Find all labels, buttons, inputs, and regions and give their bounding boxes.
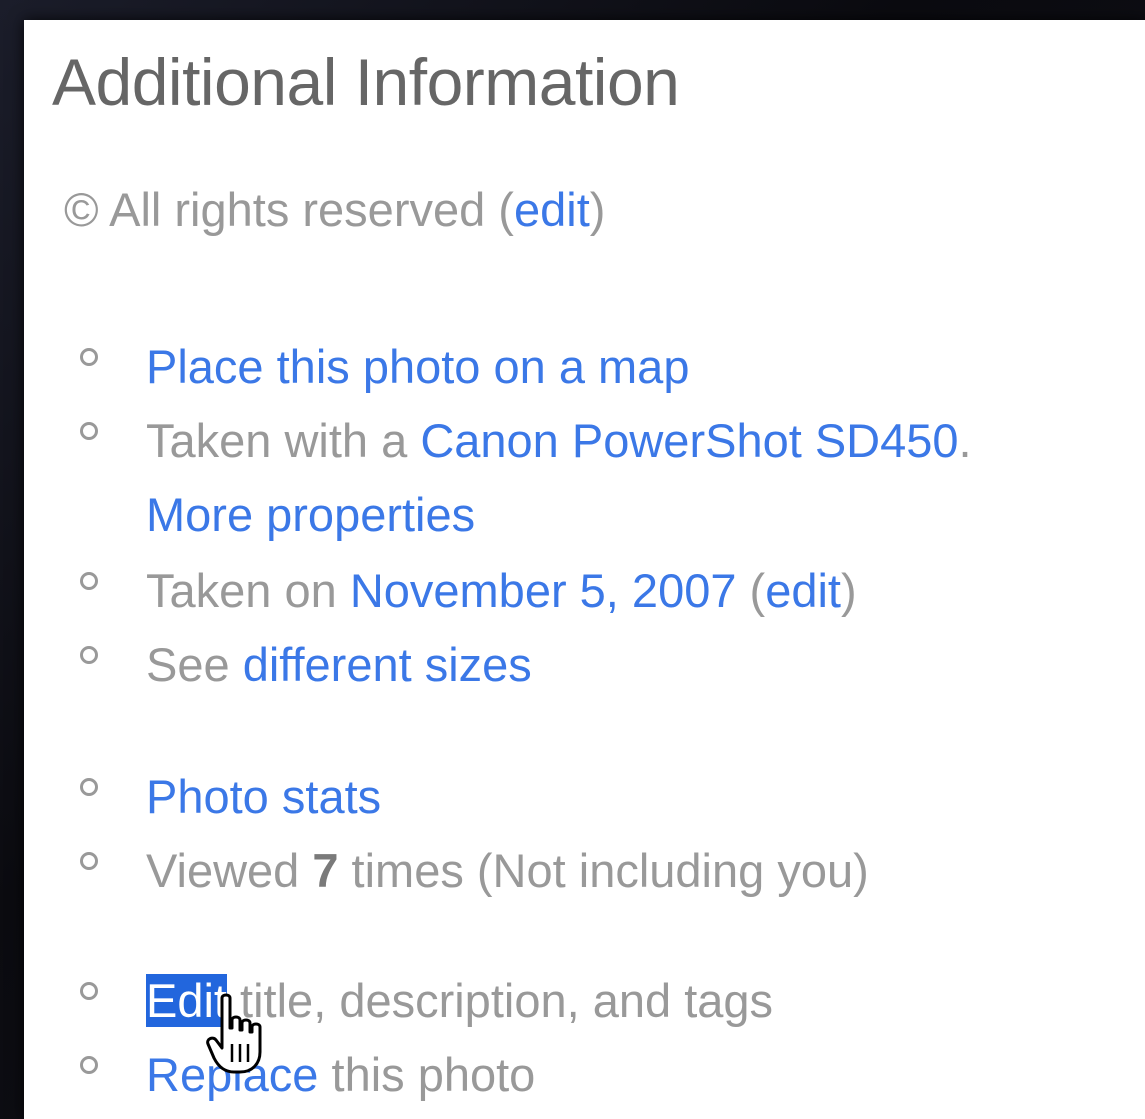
date-link[interactable]: November 5, 2007 — [350, 564, 737, 617]
window-frame: Additional Information © All rights rese… — [0, 0, 1145, 1119]
circle-bullet-icon — [80, 646, 98, 664]
circle-bullet-icon — [80, 778, 98, 796]
date-prefix: Taken on — [146, 564, 350, 617]
circle-bullet-icon — [80, 1056, 98, 1074]
list-item-date: Taken on November 5, 2007 (edit) — [24, 562, 1145, 636]
circle-bullet-icon — [80, 572, 98, 590]
license-close-paren: ) — [589, 183, 606, 236]
view-count: 7 — [312, 844, 339, 897]
more-properties-link[interactable]: More properties — [146, 488, 475, 541]
license-edit-link[interactable]: edit — [514, 183, 590, 236]
date-edit-link[interactable]: edit — [765, 564, 841, 617]
hand-pointer-icon — [206, 993, 262, 1074]
camera-prefix: Taken with a — [146, 414, 421, 467]
sizes-prefix: See — [146, 638, 243, 691]
list-item-sizes: See different sizes — [24, 636, 1145, 710]
photo-stats-link[interactable]: Photo stats — [146, 770, 381, 823]
different-sizes-link[interactable]: different sizes — [243, 638, 532, 691]
camera-suffix: . — [958, 414, 972, 467]
place-on-map-link[interactable]: Place this photo on a map — [146, 340, 689, 393]
circle-bullet-icon — [80, 982, 98, 1000]
list-item-camera: Taken with a Canon PowerShot SD450. More… — [24, 412, 1145, 541]
additional-information-panel: Additional Information © All rights rese… — [24, 20, 1145, 1119]
list-item-views: Viewed 7 times (Not including you) — [24, 842, 1145, 916]
camera-link[interactable]: Canon PowerShot SD450 — [420, 414, 958, 467]
views-suffix: times (Not including you) — [338, 844, 869, 897]
copyright-icon: © — [64, 183, 99, 236]
list-item-edit: Edit title, description, and tags — [24, 972, 1145, 1046]
circle-bullet-icon — [80, 422, 98, 440]
list-item-replace: Replace this photo — [24, 1046, 1145, 1119]
list-item-map: Place this photo on a map — [24, 338, 1145, 412]
license-text: All rights reserved — [109, 183, 486, 236]
date-open-paren: ( — [736, 564, 766, 617]
circle-bullet-icon — [80, 852, 98, 870]
license-open-paren: ( — [485, 183, 514, 236]
date-close-paren: ) — [840, 564, 857, 617]
views-prefix: Viewed — [146, 844, 313, 897]
license-line: © All rights reserved (edit) — [64, 182, 605, 237]
edit-suffix: title, description, and tags — [227, 974, 774, 1027]
panel-title: Additional Information — [52, 45, 680, 119]
list-item-stats: Photo stats — [24, 768, 1145, 842]
circle-bullet-icon — [80, 348, 98, 366]
replace-suffix: this photo — [318, 1048, 536, 1101]
